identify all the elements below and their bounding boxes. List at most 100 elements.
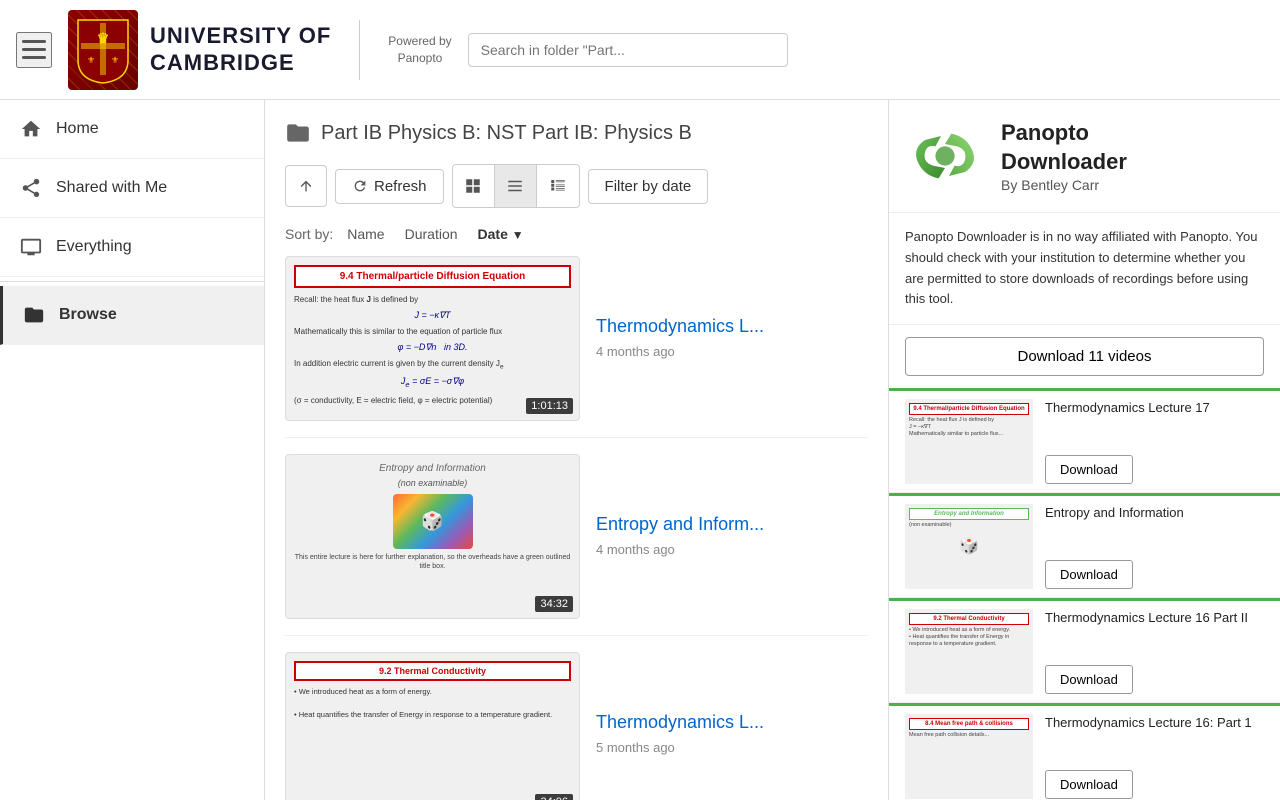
thumb-title: 9.4 Thermal/particle Diffusion Equation: [294, 265, 571, 288]
dl-info: Thermodynamics Lecture 16: Part 1 Downlo…: [1045, 714, 1264, 799]
video-thumbnail[interactable]: 9.4 Thermal/particle Diffusion Equation …: [285, 256, 580, 421]
dl-thumb-title: 9.4 Thermal/particle Diffusion Equation: [909, 403, 1029, 415]
dl-thumb-text: • We introduced heat as a form of energy…: [909, 627, 1029, 648]
up-button[interactable]: [285, 165, 327, 207]
dl-thumb-title: Entropy and Information: [909, 508, 1029, 520]
video-age: 4 months ago: [596, 344, 675, 359]
main-content: Part IB Physics B: NST Part IB: Physics …: [265, 100, 888, 800]
download-button[interactable]: Download: [1045, 455, 1133, 484]
video-icon: [20, 236, 42, 258]
grid-view-button[interactable]: [453, 165, 495, 207]
thumb-content: Entropy and Information (non examinable)…: [286, 455, 579, 618]
video-thumbnail[interactable]: 9.2 Thermal Conductivity • We introduced…: [285, 652, 580, 800]
download-all-button[interactable]: Download 11 videos: [905, 337, 1264, 376]
sort-by-label: Sort by:: [285, 226, 333, 242]
toolbar: Refresh Filter by date: [265, 156, 888, 220]
dl-title: Entropy and Information: [1045, 504, 1264, 522]
university-text: UNIVERSITY OF CAMBRIDGE: [150, 23, 331, 76]
svg-text:⚜: ⚜: [111, 55, 119, 65]
dl-thumb-inner: 9.2 Thermal Conductivity • We introduced…: [905, 609, 1033, 694]
panel-header: Panopto Downloader By Bentley Carr: [889, 100, 1280, 213]
thumb-content: 9.4 Thermal/particle Diffusion Equation …: [286, 257, 579, 420]
dl-thumb-inner: 9.4 Thermal/particle Diffusion Equation …: [905, 399, 1033, 484]
video-title-link[interactable]: Thermodynamics L...: [596, 316, 868, 337]
detail-icon: [549, 177, 567, 195]
video-title-link[interactable]: Entropy and Inform...: [596, 514, 868, 535]
panel-brand-text: Panopto Downloader By Bentley Carr: [1001, 119, 1127, 192]
up-arrow-icon: [298, 178, 314, 194]
header-divider: [359, 20, 360, 80]
download-button[interactable]: Download: [1045, 770, 1133, 799]
video-info: Thermodynamics L... 5 months ago: [596, 712, 868, 757]
dl-thumbnail: 9.2 Thermal Conductivity • We introduced…: [905, 609, 1033, 694]
sort-by-duration[interactable]: Duration: [399, 224, 464, 244]
video-duration: 34:32: [535, 596, 573, 612]
dl-thumb-text: Mean free path collision details...: [909, 732, 1029, 739]
menu-button[interactable]: [16, 32, 52, 68]
svg-text:⚜: ⚜: [87, 55, 95, 65]
table-row: 9.4 Thermal/particle Diffusion Equation …: [285, 256, 868, 438]
detail-view-button[interactable]: [537, 165, 579, 207]
list-item: 9.4 Thermal/particle Diffusion Equation …: [889, 388, 1280, 493]
university-name-line1: UNIVERSITY OF: [150, 23, 331, 49]
video-thumbnail[interactable]: Entropy and Information (non examinable)…: [285, 454, 580, 619]
sidebar-divider: [0, 281, 264, 282]
folder-title: Part IB Physics B: NST Part IB: Physics …: [321, 122, 692, 145]
sort-by-date[interactable]: Date ▼: [472, 224, 530, 244]
coat-of-arms-icon: ♛ ⚜ ⚜: [68, 10, 138, 90]
powered-by-text: Powered by Panopto: [388, 33, 451, 67]
home-icon: [20, 118, 42, 140]
dl-thumb-title: 8.4 Mean free path & collisions: [909, 718, 1029, 730]
dl-title: Thermodynamics Lecture 17: [1045, 399, 1264, 417]
refresh-icon: [352, 178, 368, 194]
filter-label: Filter by date: [605, 178, 692, 195]
video-age: 5 months ago: [596, 740, 675, 755]
panel-brand-name: Panopto Downloader: [1001, 119, 1127, 176]
download-button[interactable]: Download: [1045, 560, 1133, 589]
list-item: 8.4 Mean free path & collisions Mean fre…: [889, 703, 1280, 800]
folder-header: Part IB Physics B: NST Part IB: Physics …: [265, 100, 888, 156]
dl-thumbnail: Entropy and Information (non examinable)…: [905, 504, 1033, 589]
video-list: 9.4 Thermal/particle Diffusion Equation …: [265, 256, 888, 800]
svg-text:♛: ♛: [97, 30, 110, 46]
folder-icon: [285, 120, 311, 146]
video-title-link[interactable]: Thermodynamics L...: [596, 712, 868, 733]
list-icon: [506, 177, 524, 195]
share-icon: [20, 177, 42, 199]
shield-svg: ♛ ⚜ ⚜: [73, 15, 133, 85]
right-panel: Panopto Downloader By Bentley Carr Panop…: [888, 100, 1280, 800]
table-row: 9.2 Thermal Conductivity • We introduced…: [285, 652, 868, 800]
sidebar-item-shared-label: Shared with Me: [56, 179, 167, 197]
dl-info: Entropy and Information Download: [1045, 504, 1264, 589]
video-duration: 1:01:13: [526, 398, 573, 414]
dl-thumb-text: (non examinable) 🎲: [909, 522, 1029, 558]
browse-folder-icon: [23, 304, 45, 326]
thumb2-subtitle: (non examinable): [294, 478, 571, 488]
dl-info: Thermodynamics Lecture 16 Part II Downlo…: [1045, 609, 1264, 694]
download-button[interactable]: Download: [1045, 665, 1133, 694]
sidebar-item-browse[interactable]: Browse: [0, 286, 264, 345]
list-view-button[interactable]: [495, 165, 537, 207]
list-item: 9.2 Thermal Conductivity • We introduced…: [889, 598, 1280, 703]
panel-disclaimer: Panopto Downloader is in no way affiliat…: [889, 213, 1280, 325]
header: ♛ ⚜ ⚜ UNIVERSITY OF CAMBRIDGE Powered by…: [0, 0, 1280, 100]
refresh-button[interactable]: Refresh: [335, 169, 444, 204]
panopto-logo-icon: [905, 116, 985, 196]
sidebar: Home Shared with Me Everything Browse: [0, 100, 265, 800]
thumb3-body: • We introduced heat as a form of energy…: [294, 686, 571, 720]
sort-by-name[interactable]: Name: [341, 224, 390, 244]
thumb3-title: 9.2 Thermal Conductivity: [294, 661, 571, 681]
grid-icon: [464, 177, 482, 195]
sidebar-item-shared[interactable]: Shared with Me: [0, 159, 264, 218]
video-duration: 34:06: [535, 794, 573, 800]
panel-sub-brand: By Bentley Carr: [1001, 177, 1127, 193]
dl-thumb-text: Recall: the heat flux J is defined byJ =…: [909, 417, 1029, 438]
search-input[interactable]: [468, 33, 788, 67]
sidebar-item-home[interactable]: Home: [0, 100, 264, 159]
thumb2-text: This entire lecture is here for further …: [294, 553, 571, 571]
sidebar-item-everything[interactable]: Everything: [0, 218, 264, 277]
thumb2-title: Entropy and Information: [294, 463, 571, 474]
body-area: Home Shared with Me Everything Browse: [0, 100, 1280, 800]
dl-thumb-title: 9.2 Thermal Conductivity: [909, 613, 1029, 625]
filter-date-button[interactable]: Filter by date: [588, 169, 709, 204]
